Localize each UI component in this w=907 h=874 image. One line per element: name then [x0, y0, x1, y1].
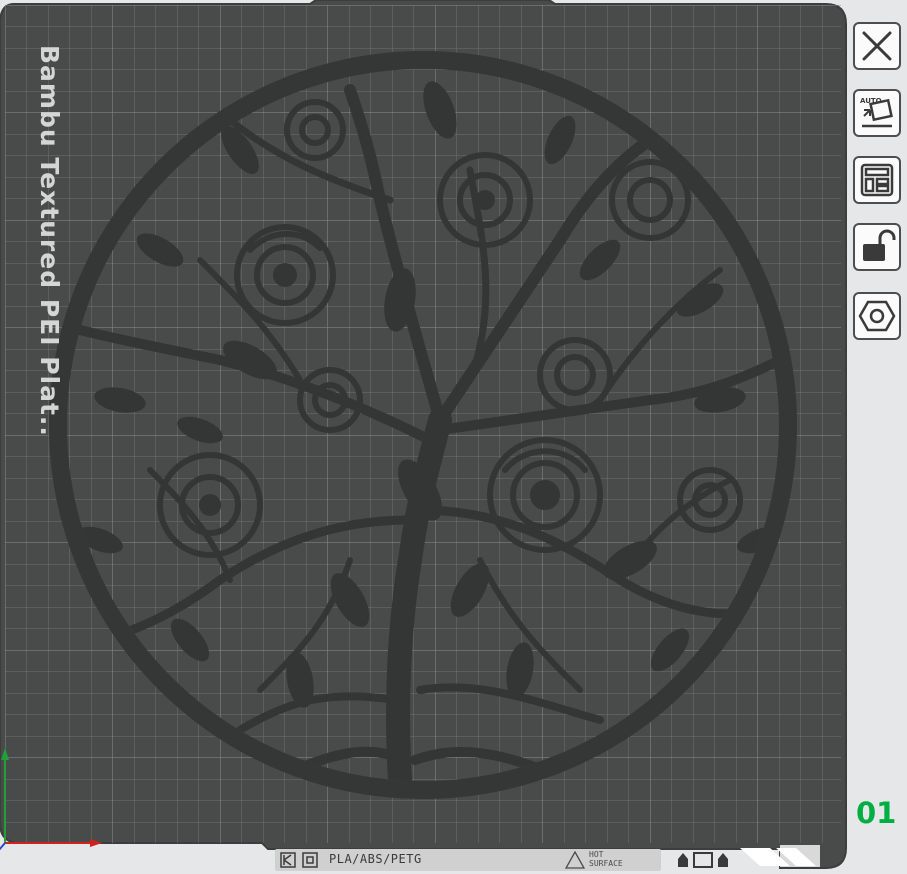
auto-orient-icon: AUTO	[860, 97, 893, 128]
arrange-button[interactable]	[853, 156, 901, 204]
plate-name-text: Bambu Textured PEI Plat...	[35, 45, 64, 435]
hot-surface-line1: HOT	[589, 850, 604, 859]
plate-type-icon	[280, 852, 296, 868]
material-compatibility-text: PLA/ABS/PETG	[329, 852, 422, 866]
hot-surface-warning: HOT SURFACE	[589, 850, 623, 868]
plate-number: 01	[856, 796, 897, 830]
lock-button[interactable]	[853, 223, 901, 271]
warning-icon	[565, 851, 585, 869]
plate-corner-tabs	[740, 845, 820, 867]
auto-orient-button[interactable]: AUTO	[853, 89, 901, 137]
arrange-icon	[860, 163, 894, 197]
hex-nut-icon	[858, 300, 896, 332]
build-plate[interactable]: Bambu Textured PEI Plat...	[0, 0, 850, 874]
texture-icon	[302, 852, 318, 868]
build-plate-graphic	[0, 0, 847, 869]
plate-name-label: Bambu Textured PEI Plat...	[28, 45, 68, 435]
unlock-icon	[863, 229, 896, 261]
plate-orientation-icon	[678, 852, 728, 868]
plate-info-strip: PLA/ABS/PETG HOT SURFACE	[275, 849, 661, 871]
hot-surface-line2: SURFACE	[589, 859, 623, 868]
plate-settings-button[interactable]	[853, 292, 901, 340]
svg-text:AUTO: AUTO	[860, 97, 882, 105]
close-button[interactable]	[853, 22, 901, 70]
close-icon	[862, 31, 892, 61]
